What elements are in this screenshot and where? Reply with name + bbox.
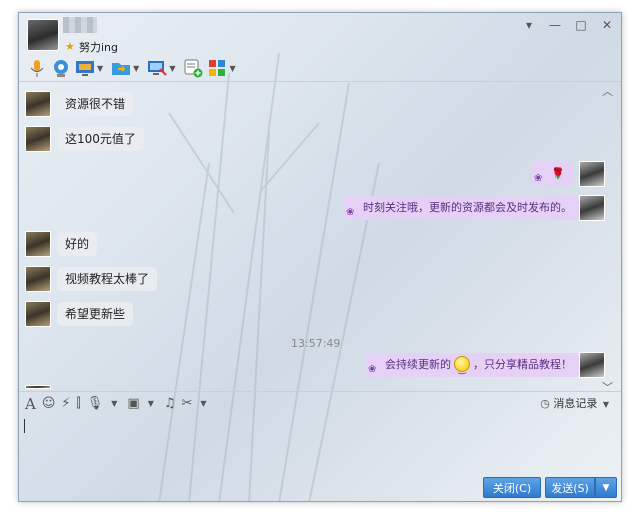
chevron-down-icon[interactable]: ▼: [148, 399, 154, 408]
chevron-down-icon[interactable]: ▼: [133, 64, 139, 73]
message-input[interactable]: [19, 415, 621, 475]
contact-avatar-small[interactable]: [25, 91, 51, 117]
collapse-up-icon[interactable]: ︿: [602, 83, 613, 99]
message-text: 时刻关注哦，更新的资源都会及时发布的。: [363, 201, 572, 214]
bubble-decoration-icon: ❀: [534, 173, 543, 184]
my-avatar[interactable]: [579, 352, 605, 378]
close-icon[interactable]: ✕: [599, 17, 615, 33]
chevron-down-icon[interactable]: ▼: [111, 399, 117, 408]
my-avatar[interactable]: [579, 195, 605, 221]
image-icon[interactable]: ▣: [127, 396, 139, 411]
contact-avatar-small[interactable]: [25, 266, 51, 292]
send-options-button[interactable]: ▼: [595, 477, 617, 498]
close-button[interactable]: 关闭(C): [483, 477, 541, 498]
bubble-decoration-icon: ❀: [368, 364, 377, 375]
voice-message-icon[interactable]: 🎙: [87, 396, 104, 411]
chevron-down-icon[interactable]: ▼: [200, 399, 206, 408]
send-button[interactable]: 发送(S): [545, 477, 595, 498]
apps-button[interactable]: ▼: [207, 57, 239, 79]
message-timestamp: 13:57:49: [291, 337, 341, 350]
create-group-button[interactable]: [183, 57, 203, 79]
contact-avatar-small[interactable]: [25, 231, 51, 257]
smiley-emoji-icon: [454, 356, 470, 382]
contact-avatar-small[interactable]: [25, 126, 51, 152]
my-avatar[interactable]: [579, 161, 605, 187]
message-bubble: 希望更新些: [57, 302, 134, 326]
font-icon[interactable]: A: [25, 395, 36, 413]
text-caret: [24, 419, 25, 433]
message-bubble: 这100元值了: [57, 127, 144, 151]
screen-share-button[interactable]: ▼: [75, 57, 107, 79]
mic-icon: [30, 60, 44, 77]
create-group-icon: [184, 59, 203, 78]
chevron-down-icon: ▼: [602, 400, 609, 409]
message-bubble-self: ❀ 🌹: [531, 162, 573, 186]
contact-signature: 努力ing: [79, 41, 119, 54]
minimize-icon[interactable]: —: [547, 17, 563, 33]
message-text-before: 会持续更新的: [385, 358, 451, 371]
emoji-icon[interactable]: ☺: [42, 396, 56, 411]
contact-avatar[interactable]: [27, 19, 59, 51]
chevron-down-icon: ▼: [602, 483, 610, 493]
maximize-icon[interactable]: □: [573, 17, 589, 33]
chevron-down-icon[interactable]: ▼: [229, 64, 235, 73]
video-call-button[interactable]: [51, 57, 71, 79]
toolbar: ▼ ▼ ▼ ▼: [27, 57, 240, 79]
magic-wand-icon[interactable]: ⚡: [61, 396, 70, 411]
star-icon: ★: [65, 40, 75, 53]
chevron-down-icon[interactable]: ▼: [97, 64, 103, 73]
apps-icon: [209, 60, 226, 76]
chevron-down-icon[interactable]: ▼: [169, 64, 175, 73]
webcam-icon: [54, 60, 68, 77]
voice-call-button[interactable]: [27, 57, 47, 79]
clock-icon: ◷: [540, 397, 550, 410]
remote-assist-button[interactable]: ▼: [147, 57, 179, 79]
file-transfer-icon: [112, 63, 131, 75]
bubble-decoration-icon: ❀: [346, 207, 355, 218]
title-bar: ★ 努力ing ▾ — □ ✕ ▼ ▼ ▼ ▼: [19, 13, 621, 83]
file-transfer-button[interactable]: ▼: [111, 57, 143, 79]
window-controls: ▾ — □ ✕: [521, 17, 615, 33]
message-bubble: 好的: [57, 232, 98, 256]
chat-window: ★ 努力ing ▾ — □ ✕ ▼ ▼ ▼ ▼ ︿ 资源很不错 这100元值了 …: [18, 12, 622, 502]
shake-window-icon[interactable]: ⫿: [77, 396, 81, 411]
music-icon[interactable]: ♫: [164, 396, 176, 411]
message-bubble: 视频教程太棒了: [57, 267, 158, 291]
message-text-after: ，只分享精品教程！: [473, 358, 572, 371]
message-history-label: 消息记录: [553, 397, 598, 410]
screenshot-scissors-icon[interactable]: ✂: [182, 396, 193, 411]
screen-share-icon: [76, 61, 94, 76]
dropdown-menu-icon[interactable]: ▾: [521, 17, 537, 33]
input-toolbar: A ☺ ⚡ ⫿ 🎙 ▼ ▣ ▼ ♫ ✂ ▼: [19, 391, 621, 415]
message-bubble-self: ❀ 会持续更新的 ，只分享精品教程！: [365, 353, 580, 382]
contact-avatar-small[interactable]: [25, 301, 51, 327]
contact-avatar-small-partial[interactable]: [25, 385, 51, 389]
message-history-button[interactable]: ◷ 消息记录 ▼: [540, 395, 613, 411]
message-bubble-self: ❀ 时刻关注哦，更新的资源都会及时发布的。: [343, 196, 580, 220]
rose-emoji: 🌹: [551, 167, 565, 180]
remote-assist-icon: [148, 61, 168, 76]
message-bubble: 资源很不错: [57, 92, 134, 116]
contact-name-blurred: [63, 17, 97, 33]
